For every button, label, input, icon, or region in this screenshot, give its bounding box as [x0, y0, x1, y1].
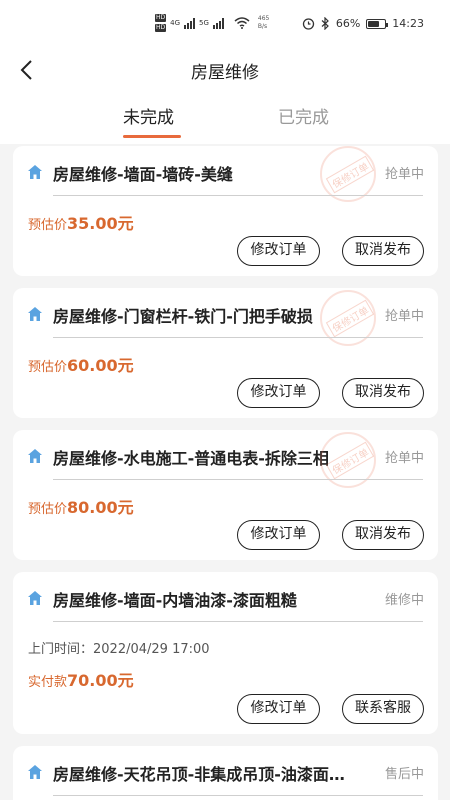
- divider: [53, 795, 423, 796]
- cancel-publish-button[interactable]: 取消发布: [342, 520, 424, 550]
- battery-percent: 66%: [335, 17, 361, 30]
- stamp-text: 保修订单: [325, 441, 375, 480]
- house-icon: [28, 165, 42, 179]
- visit-time-label: 上门时间：: [28, 642, 94, 657]
- price-value: 70.00元: [67, 671, 134, 690]
- price-label: 预估价: [28, 360, 68, 375]
- edit-order-button[interactable]: 修改订单: [237, 520, 320, 550]
- visit-time-value: 2022/04/29 17:00: [93, 642, 210, 657]
- order-price: 预估价35.00元: [28, 210, 134, 234]
- signal-label-2: 5G: [199, 19, 209, 27]
- price-value: 80.00元: [67, 498, 134, 517]
- active-tab-indicator: [123, 135, 181, 138]
- price-value: 35.00元: [67, 214, 134, 233]
- price-label: 预估价: [28, 502, 68, 517]
- order-card[interactable]: 房屋维修-水电施工-普通电表-拆除三相 抢单中 保修订单 预估价80.00元 修…: [13, 430, 438, 560]
- net-speed-unit: B/s: [257, 23, 268, 30]
- stamp-text: 保修订单: [325, 299, 375, 338]
- divider: [53, 195, 423, 196]
- status-bar-right: 66% 14:23: [302, 17, 424, 30]
- divider: [53, 337, 423, 338]
- cancel-publish-button[interactable]: 取消发布: [342, 236, 424, 266]
- price-value: 60.00元: [67, 356, 134, 375]
- battery-fill: [368, 20, 379, 27]
- clock: 14:23: [392, 17, 424, 30]
- header: 房屋维修 未完成 已完成: [0, 48, 450, 144]
- visit-time: 上门时间：2022/04/29 17:00: [28, 638, 210, 657]
- signal-bars-icon-1: [184, 17, 196, 29]
- contact-support-button[interactable]: 联系客服: [342, 694, 424, 724]
- tab-bar: 未完成 已完成: [0, 103, 450, 143]
- order-card[interactable]: 房屋维修-天花吊顶-非集成吊顶-油漆面… 售后中: [13, 746, 438, 800]
- order-card[interactable]: 房屋维修-门窗栏杆-铁门-门把手破损 抢单中 保修订单 预估价60.00元 修改…: [13, 288, 438, 418]
- divider: [53, 621, 423, 622]
- edit-order-button[interactable]: 修改订单: [237, 694, 320, 724]
- edit-order-button[interactable]: 修改订单: [237, 378, 320, 408]
- status-bar: HD HD 4G 5G 465 B/s 66% 14:23: [0, 0, 450, 48]
- edit-order-button[interactable]: 修改订单: [237, 236, 320, 266]
- signal-label-1: 4G: [170, 19, 181, 27]
- tab-incomplete[interactable]: 未完成: [123, 103, 174, 128]
- house-icon: [28, 591, 42, 605]
- hd-badge-2: HD: [155, 24, 167, 32]
- price-label: 预估价: [28, 218, 68, 233]
- tab-completed[interactable]: 已完成: [278, 103, 329, 128]
- house-icon: [28, 449, 42, 463]
- order-price: 预估价60.00元: [28, 352, 134, 376]
- hd-icons: HD HD: [155, 14, 167, 32]
- battery-icon: [366, 18, 389, 29]
- alarm-icon: [302, 18, 314, 30]
- stamp-text: 保修订单: [325, 155, 375, 194]
- status-bar-left: HD HD 4G 5G 465 B/s: [155, 14, 269, 32]
- order-title: 房屋维修-墙面-内墙油漆-漆面粗糙: [53, 591, 297, 610]
- order-card[interactable]: 房屋维修-墙面-内墙油漆-漆面粗糙 维修中 上门时间：2022/04/29 17…: [13, 572, 438, 734]
- divider: [53, 479, 423, 480]
- bluetooth-icon: [321, 17, 329, 30]
- order-price: 实付款70.00元: [28, 667, 134, 691]
- house-icon: [28, 307, 42, 321]
- order-card[interactable]: 房屋维修-墙面-墙砖-美缝 抢单中 保修订单 预估价35.00元 修改订单 取消…: [13, 146, 438, 276]
- house-icon: [28, 765, 42, 779]
- signal-bars-icon-2: [212, 17, 224, 29]
- order-status: 抢单中: [384, 451, 424, 466]
- net-speed: 465 B/s: [258, 15, 269, 31]
- hd-badge-1: HD: [155, 14, 167, 22]
- wifi-icon: [234, 17, 250, 29]
- order-status: 售后中: [384, 767, 424, 782]
- cancel-publish-button[interactable]: 取消发布: [342, 378, 424, 408]
- order-status: 抢单中: [384, 309, 424, 324]
- order-price: 预估价80.00元: [28, 494, 134, 518]
- price-label: 实付款: [28, 675, 68, 690]
- order-status: 抢单中: [384, 167, 424, 182]
- warranty-stamp: 保修订单: [320, 146, 376, 202]
- order-status: 维修中: [384, 593, 424, 608]
- net-speed-value: 465: [257, 15, 270, 22]
- page-title: 房屋维修: [191, 63, 259, 83]
- order-title: 房屋维修-天花吊顶-非集成吊顶-油漆面…: [53, 765, 345, 784]
